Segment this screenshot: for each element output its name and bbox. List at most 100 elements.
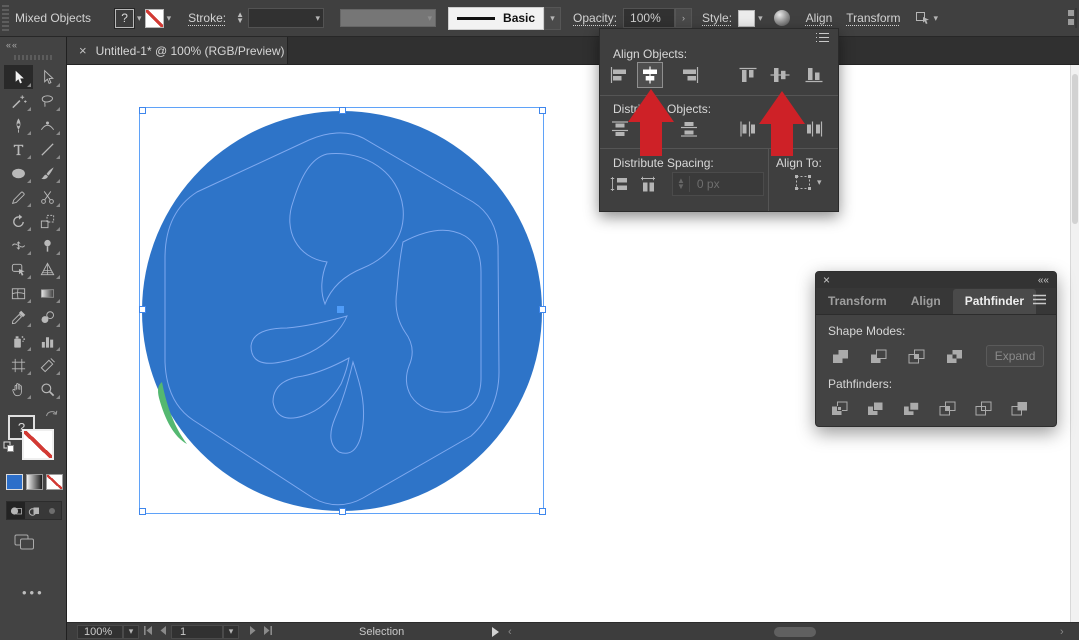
minus-back-button[interactable] <box>1008 398 1031 418</box>
artboard-dropdown-icon[interactable]: ▾ <box>223 625 239 639</box>
exclude-button[interactable] <box>942 346 967 366</box>
opacity-expand-button[interactable]: › <box>675 8 692 28</box>
paintbrush-tool[interactable] <box>33 161 62 185</box>
stroke-indicator[interactable] <box>22 429 54 460</box>
close-panel-icon[interactable]: × <box>823 273 830 287</box>
vertical-scrollbar[interactable] <box>1070 64 1079 622</box>
curvature-tool[interactable] <box>33 113 62 137</box>
chevron-down-icon[interactable]: ▾ <box>167 13 172 24</box>
width-profile-dropdown[interactable]: ▾ <box>340 9 436 27</box>
panel-menu-icon[interactable] <box>1032 294 1047 308</box>
collapse-panel-icon[interactable]: «« <box>6 40 18 50</box>
horizontal-distribute-left-button[interactable] <box>735 116 761 142</box>
style-link[interactable]: Style: <box>702 11 732 25</box>
first-artboard-icon[interactable] <box>143 626 153 638</box>
recolor-artwork-icon[interactable] <box>774 10 790 26</box>
status-indicator[interactable]: Selection <box>359 623 404 640</box>
stroke-color-swatch[interactable] <box>145 9 164 28</box>
vertical-align-top-button[interactable] <box>735 62 761 88</box>
outline-button[interactable] <box>972 398 995 418</box>
intersect-button[interactable] <box>904 346 929 366</box>
scale-tool[interactable] <box>33 209 62 233</box>
selection-handle[interactable] <box>539 306 546 313</box>
last-artboard-icon[interactable] <box>263 626 273 638</box>
blend-tool[interactable] <box>33 305 62 329</box>
magic-wand-tool[interactable] <box>4 89 33 113</box>
stroke-style-preview[interactable]: Basic <box>448 7 544 30</box>
shape-builder-tool[interactable] <box>4 257 33 281</box>
stroke-width-stepper[interactable]: ▲▼ <box>236 12 244 24</box>
scissors-tool[interactable] <box>33 185 62 209</box>
direct-selection-tool[interactable] <box>33 65 62 89</box>
selection-handle[interactable] <box>339 508 346 515</box>
vertical-scrollbar-thumb[interactable] <box>1072 74 1078 224</box>
puppet-warp-tool[interactable] <box>33 233 62 257</box>
selection-handle[interactable] <box>539 508 546 515</box>
fill-color-swatch[interactable]: ? <box>115 9 134 28</box>
zoom-level-field[interactable]: 100% <box>77 625 123 639</box>
vertical-distribute-space-button[interactable] <box>607 171 633 197</box>
opacity-link[interactable]: Opacity: <box>573 11 617 25</box>
gradient-tool[interactable] <box>33 281 62 305</box>
color-button[interactable] <box>6 474 23 490</box>
next-artboard-icon[interactable] <box>249 626 257 638</box>
horizontal-distribute-space-button[interactable] <box>636 171 662 197</box>
scroll-right-icon[interactable]: › <box>1060 623 1064 640</box>
draw-behind-icon[interactable] <box>25 502 43 519</box>
draw-normal-icon[interactable] <box>7 502 25 519</box>
rotate-tool[interactable] <box>4 209 33 233</box>
artboard-tool[interactable] <box>4 353 33 377</box>
selection-handle[interactable] <box>339 107 346 114</box>
symbol-sprayer-tool[interactable] <box>4 329 33 353</box>
scroll-left-icon[interactable]: ‹ <box>508 623 512 640</box>
vertical-distribute-bottom-button[interactable] <box>676 116 702 142</box>
none-button[interactable] <box>46 474 63 490</box>
horizontal-align-center-button[interactable] <box>637 62 663 88</box>
hand-tool[interactable] <box>4 377 33 401</box>
close-tab-icon[interactable]: × <box>79 43 87 58</box>
collapse-panel-icon[interactable]: «« <box>1038 275 1049 286</box>
width-tool[interactable] <box>4 233 33 257</box>
column-graph-tool[interactable] <box>33 329 62 353</box>
style-swatch[interactable] <box>738 10 755 27</box>
horizontal-scrollbar-thumb[interactable] <box>774 627 816 637</box>
previous-artboard-icon[interactable] <box>159 626 167 638</box>
panel-menu-icon[interactable] <box>815 32 830 46</box>
lasso-tool[interactable] <box>33 89 62 113</box>
panel-grip[interactable] <box>14 55 52 60</box>
unite-button[interactable] <box>828 346 853 366</box>
eyedropper-tool[interactable] <box>4 305 33 329</box>
status-play-icon[interactable] <box>491 623 500 640</box>
transform-link[interactable]: Transform <box>846 11 900 25</box>
default-fill-stroke-icon[interactable] <box>3 441 15 456</box>
divide-button[interactable] <box>828 398 851 418</box>
vertical-align-center-button[interactable] <box>767 62 793 88</box>
selection-handle[interactable] <box>139 107 146 114</box>
artboard-number-field[interactable]: 1 <box>171 625 223 639</box>
zoom-tool[interactable] <box>33 377 62 401</box>
selection-handle[interactable] <box>139 508 146 515</box>
tab-transform[interactable]: Transform <box>816 289 899 314</box>
screen-mode-icon[interactable] <box>14 533 36 554</box>
perspective-grid-tool[interactable] <box>33 257 62 281</box>
ellipse-tool[interactable] <box>4 161 33 185</box>
spacing-value-field[interactable]: ▲▼ 0 px <box>672 172 764 196</box>
type-tool[interactable] <box>4 137 33 161</box>
chevron-down-icon[interactable]: ▾ <box>758 13 763 24</box>
align-link[interactable]: Align <box>806 11 833 25</box>
tab-pathfinder[interactable]: Pathfinder <box>953 289 1036 314</box>
merge-button[interactable] <box>900 398 923 418</box>
shaper-tool[interactable] <box>4 185 33 209</box>
line-segment-tool[interactable] <box>33 137 62 161</box>
select-similar-icon[interactable] <box>915 10 931 26</box>
edit-toolbar-icon[interactable]: ••• <box>22 585 45 600</box>
selection-center-point[interactable] <box>337 306 344 313</box>
stroke-link[interactable]: Stroke: <box>188 11 226 25</box>
chevron-down-icon[interactable]: ▾ <box>137 13 142 24</box>
zoom-dropdown-icon[interactable]: ▾ <box>123 625 139 639</box>
swap-fill-stroke-icon[interactable] <box>45 407 58 421</box>
minus-front-button[interactable] <box>866 346 891 366</box>
tab-align[interactable]: Align <box>899 289 953 314</box>
document-tab[interactable]: × Untitled-1* @ 100% (RGB/Preview) <box>67 37 288 64</box>
mesh-tool[interactable] <box>4 281 33 305</box>
